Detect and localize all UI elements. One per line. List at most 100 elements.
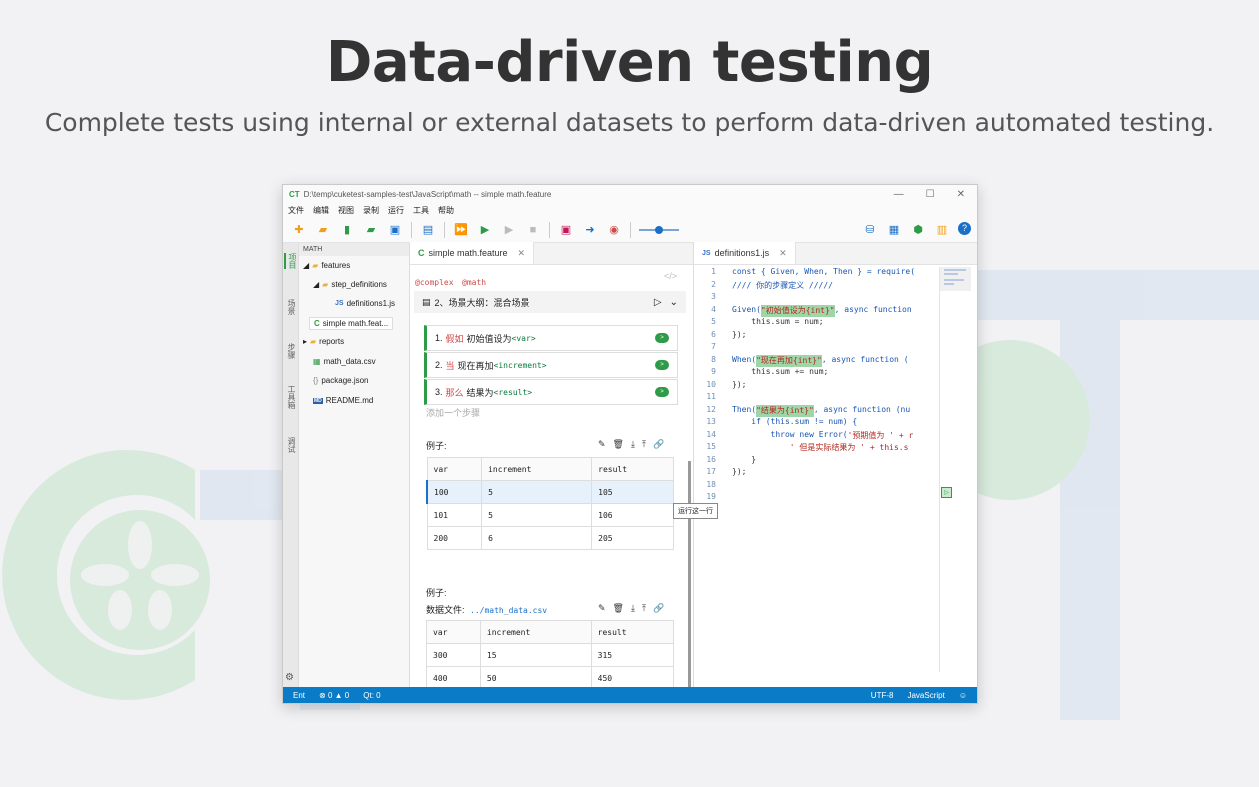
tree-item-package-json[interactable]: {} package.json — [313, 376, 369, 385]
terminal-icon[interactable]: ▣ — [558, 222, 574, 238]
table-cell[interactable]: 105 — [591, 480, 674, 504]
close-icon[interactable]: ✕ — [779, 248, 787, 259]
import-icon[interactable]: ⤓ — [631, 439, 635, 450]
close-icon[interactable]: ✕ — [518, 248, 526, 259]
minimize-button[interactable]: — — [894, 189, 904, 200]
gear-icon[interactable]: ⚙ — [285, 672, 294, 683]
table-cell[interactable]: 6 — [481, 526, 593, 550]
run-step-icon[interactable]: > — [655, 360, 669, 370]
new-file-icon[interactable]: ▮ — [339, 222, 355, 238]
link-icon[interactable]: 🔗 — [653, 603, 664, 614]
tab-debug[interactable]: 调试 — [286, 437, 297, 453]
feedback-smiley-icon[interactable]: ☺ — [959, 691, 967, 700]
scrollbar[interactable] — [688, 461, 691, 689]
table-cell[interactable]: 205 — [591, 526, 674, 550]
help-icon[interactable]: ? — [958, 221, 971, 235]
table-cell[interactable]: 15 — [479, 643, 592, 667]
table-row[interactable]: 100 5 105 — [426, 480, 674, 504]
run-icon[interactable]: ▶ — [501, 222, 517, 238]
tab-scenario[interactable]: 场景 — [286, 299, 297, 315]
table-row[interactable]: 200 6 205 — [426, 526, 674, 550]
edit-icon[interactable]: ✎ — [598, 603, 606, 614]
export-icon[interactable]: ⤒ — [642, 603, 646, 614]
tab-toolbox[interactable]: 工具箱 — [286, 385, 297, 409]
import-icon[interactable]: ⤓ — [631, 603, 635, 614]
open-folder-icon[interactable]: ▰ — [315, 222, 331, 238]
delete-icon[interactable]: 🗑 — [613, 603, 624, 614]
step-row[interactable]: 3. 那么 结果为 <result> > — [424, 379, 678, 405]
code-content[interactable]: 1 const { Given, When, Then } = require( … — [694, 267, 937, 505]
column-header[interactable]: increment — [479, 620, 592, 644]
save-icon[interactable]: ▣ — [387, 222, 403, 238]
column-header[interactable]: result — [591, 457, 674, 481]
table-row[interactable]: 101 5 106 — [426, 503, 674, 527]
table-cell[interactable]: 315 — [590, 643, 675, 667]
menu-record[interactable]: 录制 — [363, 205, 379, 216]
table-cell[interactable]: 300 — [426, 643, 481, 667]
tag-complex[interactable]: @complex — [415, 278, 454, 287]
tree-item-reports[interactable]: ▸ ▰ reports — [303, 337, 344, 346]
minimap[interactable] — [939, 267, 971, 672]
edit-icon[interactable]: ✎ — [598, 439, 606, 450]
navigate-icon[interactable]: ➜ — [582, 222, 598, 238]
tab-definitions1-js[interactable]: JS definitions1.js ✕ — [694, 242, 796, 264]
table-cell[interactable]: 5 — [481, 503, 593, 527]
table-cell[interactable]: 5 — [481, 480, 593, 504]
package-icon[interactable]: ⬢ — [910, 222, 926, 238]
tree-item-definitions1-js[interactable]: JS definitions1.js — [335, 299, 395, 308]
language-status[interactable]: JavaScript — [907, 691, 944, 700]
run-all-icon[interactable]: ⏩ — [453, 222, 469, 238]
report-icon[interactable]: ⛁ — [862, 222, 878, 238]
status-mode[interactable]: Ent — [293, 691, 305, 700]
run-scenario-icon[interactable]: ▶ — [477, 222, 493, 238]
new-icon[interactable]: ✚ — [291, 222, 307, 238]
step-row[interactable]: 2. 当 现在再加 <increment> > — [424, 352, 678, 378]
layout-icon[interactable]: ▥ — [934, 222, 950, 238]
stop-icon[interactable]: ■ — [525, 222, 541, 238]
tab-steps[interactable]: 步骤 — [286, 343, 297, 359]
qt-status[interactable]: Qt: 0 — [363, 691, 380, 700]
table-cell[interactable]: 200 — [426, 526, 483, 550]
link-icon[interactable]: 🔗 — [653, 439, 664, 450]
problems-indicator[interactable]: ⊗ 0 ▲ 0 — [319, 691, 349, 700]
export-icon[interactable]: ⤒ — [642, 439, 646, 450]
tree-item-simple-math-feature[interactable]: C simple math.feat... — [309, 317, 394, 330]
delete-icon[interactable]: 🗑 — [613, 439, 624, 450]
menu-file[interactable]: 文件 — [288, 205, 304, 216]
chevron-down-icon[interactable]: ⌄ — [670, 297, 678, 308]
column-header[interactable]: var — [426, 620, 481, 644]
close-button[interactable]: ✕ — [957, 189, 965, 200]
tag-math[interactable]: @math — [462, 278, 486, 287]
code-view-icon[interactable]: </> — [664, 271, 677, 281]
maximize-button[interactable]: ☐ — [926, 189, 935, 200]
menu-view[interactable]: 视图 — [338, 205, 354, 216]
column-header[interactable]: result — [590, 620, 675, 644]
table-cell[interactable]: 106 — [591, 503, 674, 527]
save-all-icon[interactable]: ▤ — [420, 222, 436, 238]
tab-project[interactable]: 项目 — [284, 253, 298, 269]
tree-item-math-data-csv[interactable]: ▦ math_data.csv — [313, 357, 376, 366]
menu-help[interactable]: 帮助 — [438, 205, 454, 216]
record-icon[interactable]: ◉ — [606, 222, 622, 238]
menu-tools[interactable]: 工具 — [413, 205, 429, 216]
tree-item-features[interactable]: ◢ ▰ features — [303, 261, 350, 270]
data-file-path[interactable]: ../math_data.csv — [470, 606, 547, 615]
table-cell[interactable]: 100 — [426, 480, 483, 504]
open-file-icon[interactable]: ▰ — [363, 222, 379, 238]
menu-edit[interactable]: 编辑 — [313, 205, 329, 216]
add-step-link[interactable]: 添加一个步骤 — [426, 406, 480, 419]
column-header[interactable]: increment — [481, 457, 593, 481]
tree-item-step-definitions[interactable]: ◢ ▰ step_definitions — [313, 280, 387, 289]
tab-simple-math-feature[interactable]: C simple math.feature ✕ — [410, 242, 535, 264]
table-row[interactable]: 300 15 315 — [426, 643, 675, 667]
run-step-icon[interactable]: > — [655, 387, 669, 397]
run-row-icon[interactable]: ▷ — [941, 487, 952, 498]
step-row[interactable]: 1. 假如 初始值设为 <var> > — [424, 325, 678, 351]
encoding-status[interactable]: UTF-8 — [871, 691, 894, 700]
run-step-icon[interactable]: > — [655, 333, 669, 343]
model-manager-icon[interactable]: ▦ — [886, 222, 902, 238]
speed-slider[interactable] — [639, 222, 679, 238]
tree-item-readme-md[interactable]: MD README.md — [313, 396, 373, 405]
menu-run[interactable]: 运行 — [388, 205, 404, 216]
table-cell[interactable]: 101 — [426, 503, 483, 527]
